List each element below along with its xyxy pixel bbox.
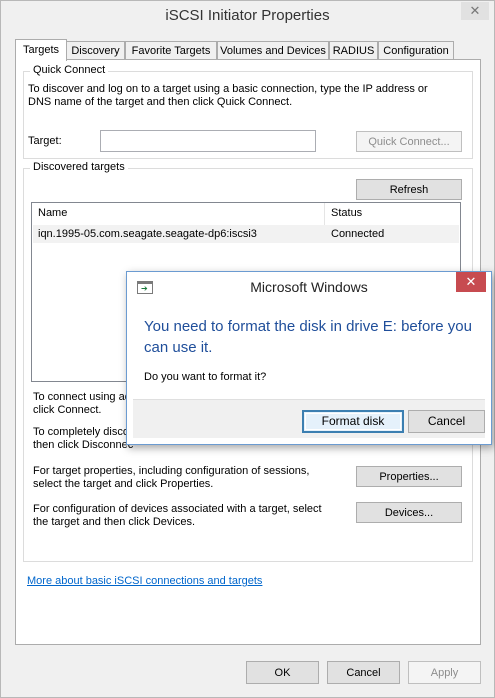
dialog-close-button[interactable]: ✕ bbox=[456, 272, 486, 292]
ok-button[interactable]: OK bbox=[246, 661, 319, 684]
cancel-button[interactable]: Cancel bbox=[327, 661, 400, 684]
disconnect-text-line2: then click Disconnec bbox=[33, 439, 134, 451]
column-name[interactable]: Name bbox=[38, 207, 67, 219]
quick-connect-button[interactable]: Quick Connect... bbox=[356, 131, 462, 152]
tab-favorite-targets[interactable]: Favorite Targets bbox=[125, 41, 217, 60]
row-name: iqn.1995-05.com.seagate.seagate-dp6:iscs… bbox=[38, 228, 257, 240]
disconnect-text: To completely disco bbox=[33, 426, 129, 438]
table-row[interactable]: iqn.1995-05.com.seagate.seagate-dp6:iscs… bbox=[33, 225, 459, 243]
dialog-heading: You need to format the disk in drive E: … bbox=[144, 318, 472, 356]
apply-button[interactable]: Apply bbox=[408, 661, 481, 684]
format-dialog: ➔ Microsoft Windows ✕ You need to format… bbox=[126, 271, 492, 445]
refresh-button[interactable]: Refresh bbox=[356, 179, 462, 200]
properties-button[interactable]: Properties... bbox=[356, 466, 462, 487]
column-status[interactable]: Status bbox=[331, 207, 362, 219]
devices-text: For configuration of devices associated … bbox=[33, 503, 322, 528]
tab-discovery[interactable]: Discovery bbox=[66, 41, 125, 60]
tab-targets[interactable]: Targets bbox=[15, 39, 67, 61]
iscsi-help-link[interactable]: More about basic iSCSI connections and t… bbox=[27, 575, 262, 587]
window-title: iSCSI Initiator Properties bbox=[165, 7, 330, 24]
dialog-footer: Format disk Cancel bbox=[133, 399, 485, 438]
row-status: Connected bbox=[331, 228, 385, 240]
tab-volumes-and-devices[interactable]: Volumes and Devices bbox=[217, 41, 329, 60]
list-header: Name Status bbox=[32, 203, 460, 225]
quick-connect-description: To discover and log on to a target using… bbox=[28, 83, 428, 108]
quick-connect-label: Quick Connect bbox=[30, 64, 109, 76]
devices-button[interactable]: Devices... bbox=[356, 502, 462, 523]
dialog-question: Do you want to format it? bbox=[144, 371, 267, 383]
target-label: Target: bbox=[28, 135, 62, 147]
target-input[interactable] bbox=[100, 130, 316, 152]
dialog-cancel-button[interactable]: Cancel bbox=[408, 410, 485, 433]
format-disk-button[interactable]: Format disk bbox=[302, 410, 404, 433]
properties-text: For target properties, including configu… bbox=[33, 465, 310, 490]
title-bar: iSCSI Initiator Properties ✕ bbox=[1, 1, 494, 31]
tab-configuration[interactable]: Configuration bbox=[378, 41, 454, 60]
discovered-targets-label: Discovered targets bbox=[30, 161, 128, 173]
quick-connect-group: Quick Connect To discover and log on to … bbox=[23, 64, 473, 159]
connect-text: To connect using ad bbox=[33, 391, 131, 403]
column-divider bbox=[324, 203, 325, 225]
dialog-title: Microsoft Windows bbox=[250, 279, 368, 295]
window-close-button[interactable]: ✕ bbox=[461, 2, 489, 20]
tab-radius[interactable]: RADIUS bbox=[329, 41, 378, 60]
connect-text-line2: click Connect. bbox=[33, 404, 102, 416]
